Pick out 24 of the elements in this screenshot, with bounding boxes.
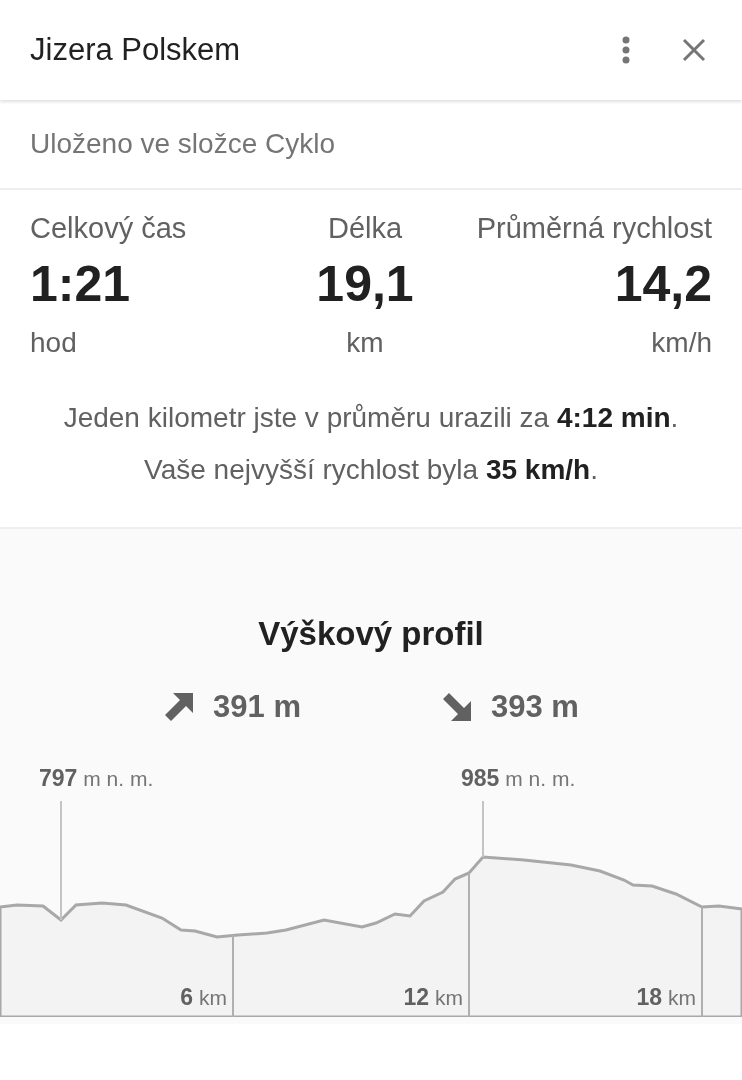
stat-value: 14,2 <box>614 255 712 313</box>
stat-unit: km <box>346 327 384 359</box>
summary-text: Jeden kilometr jste v průměru urazili za 4:12 min. <box>62 401 680 435</box>
elevation-label: 797 m n. m. <box>39 765 154 792</box>
ascent-value: 391 m <box>213 689 301 725</box>
distance-label: 6 km <box>180 984 227 1011</box>
folder-label: Uloženo ve složce Cyklo <box>0 100 742 190</box>
stat-value: 19,1 <box>316 255 414 313</box>
elevation-label: 985 m n. m. <box>461 765 576 792</box>
section-title: Výškový profil <box>257 615 485 653</box>
stat-unit: km/h <box>651 327 712 359</box>
distance-label: 18 km <box>636 984 696 1011</box>
route-title: Jizera Polskem <box>30 32 242 68</box>
arrow-down-right-icon <box>441 691 473 723</box>
descent-value: 393 m <box>491 689 579 725</box>
arrow-up-right-icon <box>163 691 196 723</box>
stat-label: Délka <box>327 212 403 245</box>
stat-unit: hod <box>30 327 77 359</box>
stat-label: Celkový čas <box>30 212 187 245</box>
distance-label: 12 km <box>403 984 463 1011</box>
summary-text: Vaše nejvyšší rychlost byla 35 km/h. <box>143 453 599 487</box>
leader-line <box>482 800 484 858</box>
stat-value: 1:21 <box>30 255 131 313</box>
stat-label: Průměrná rychlost <box>476 212 712 245</box>
